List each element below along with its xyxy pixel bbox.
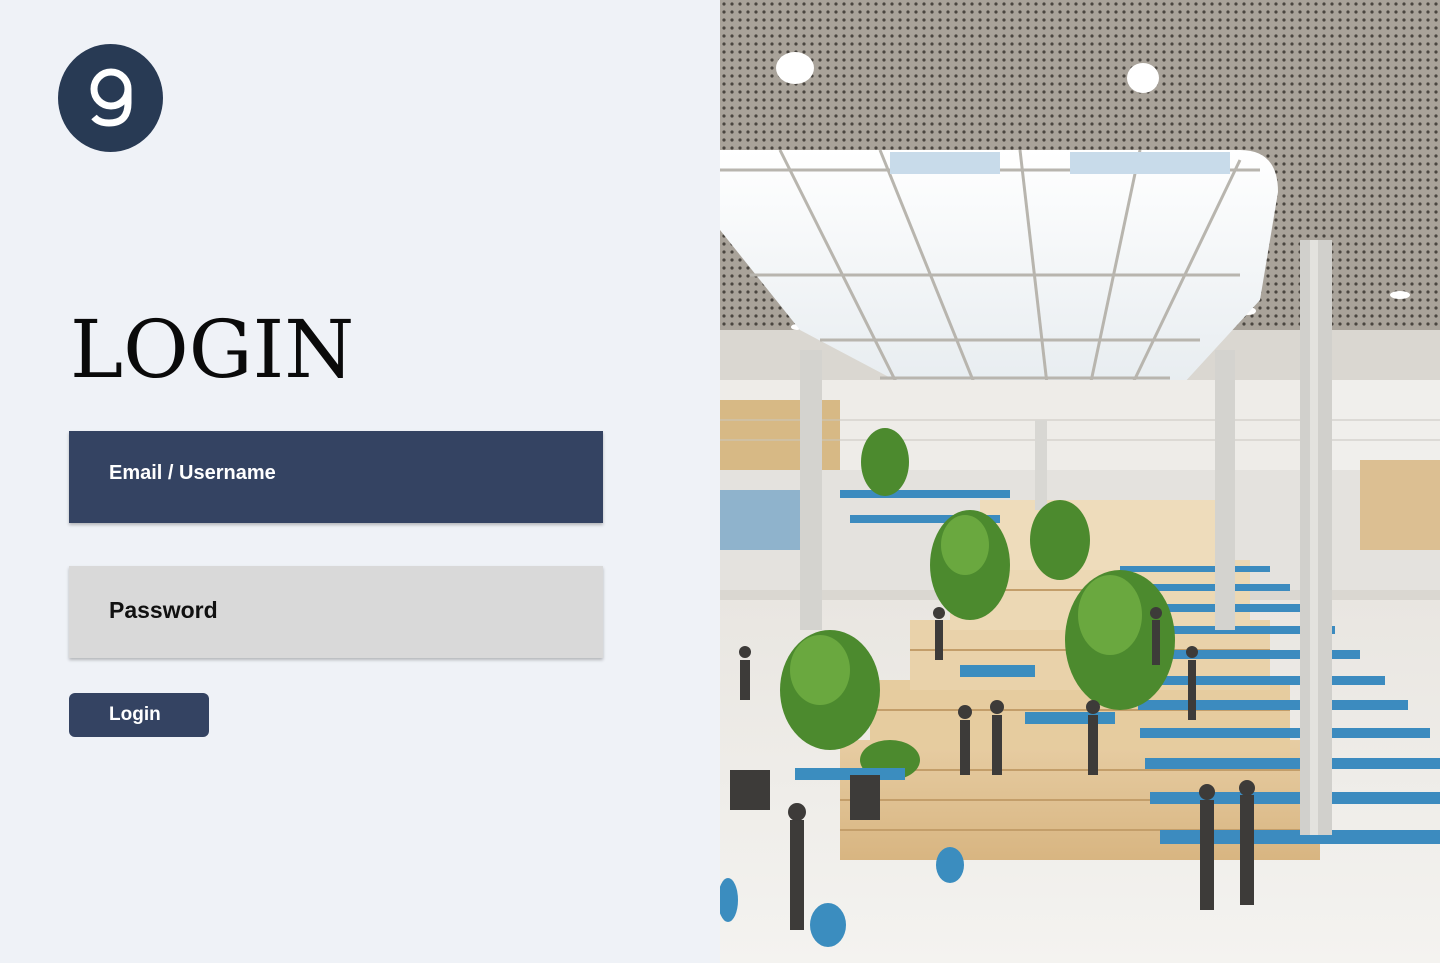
hero-image [720, 0, 1440, 963]
email-field[interactable]: Email / Username [69, 431, 603, 523]
brand-logo-icon [90, 68, 131, 127]
page-title: LOGIN [70, 303, 355, 396]
login-button-label: Login [109, 704, 161, 725]
login-button[interactable]: Login [69, 693, 209, 737]
brand-logo [58, 44, 163, 152]
password-field[interactable]: Password [69, 566, 603, 658]
atrium-illustration [720, 0, 1440, 963]
login-panel: LOGIN Email / Username Password Login [0, 0, 720, 963]
login-page: LOGIN Email / Username Password Login [0, 0, 1440, 963]
email-field-placeholder: Email / Username [109, 461, 276, 484]
password-field-placeholder: Password [109, 596, 218, 623]
